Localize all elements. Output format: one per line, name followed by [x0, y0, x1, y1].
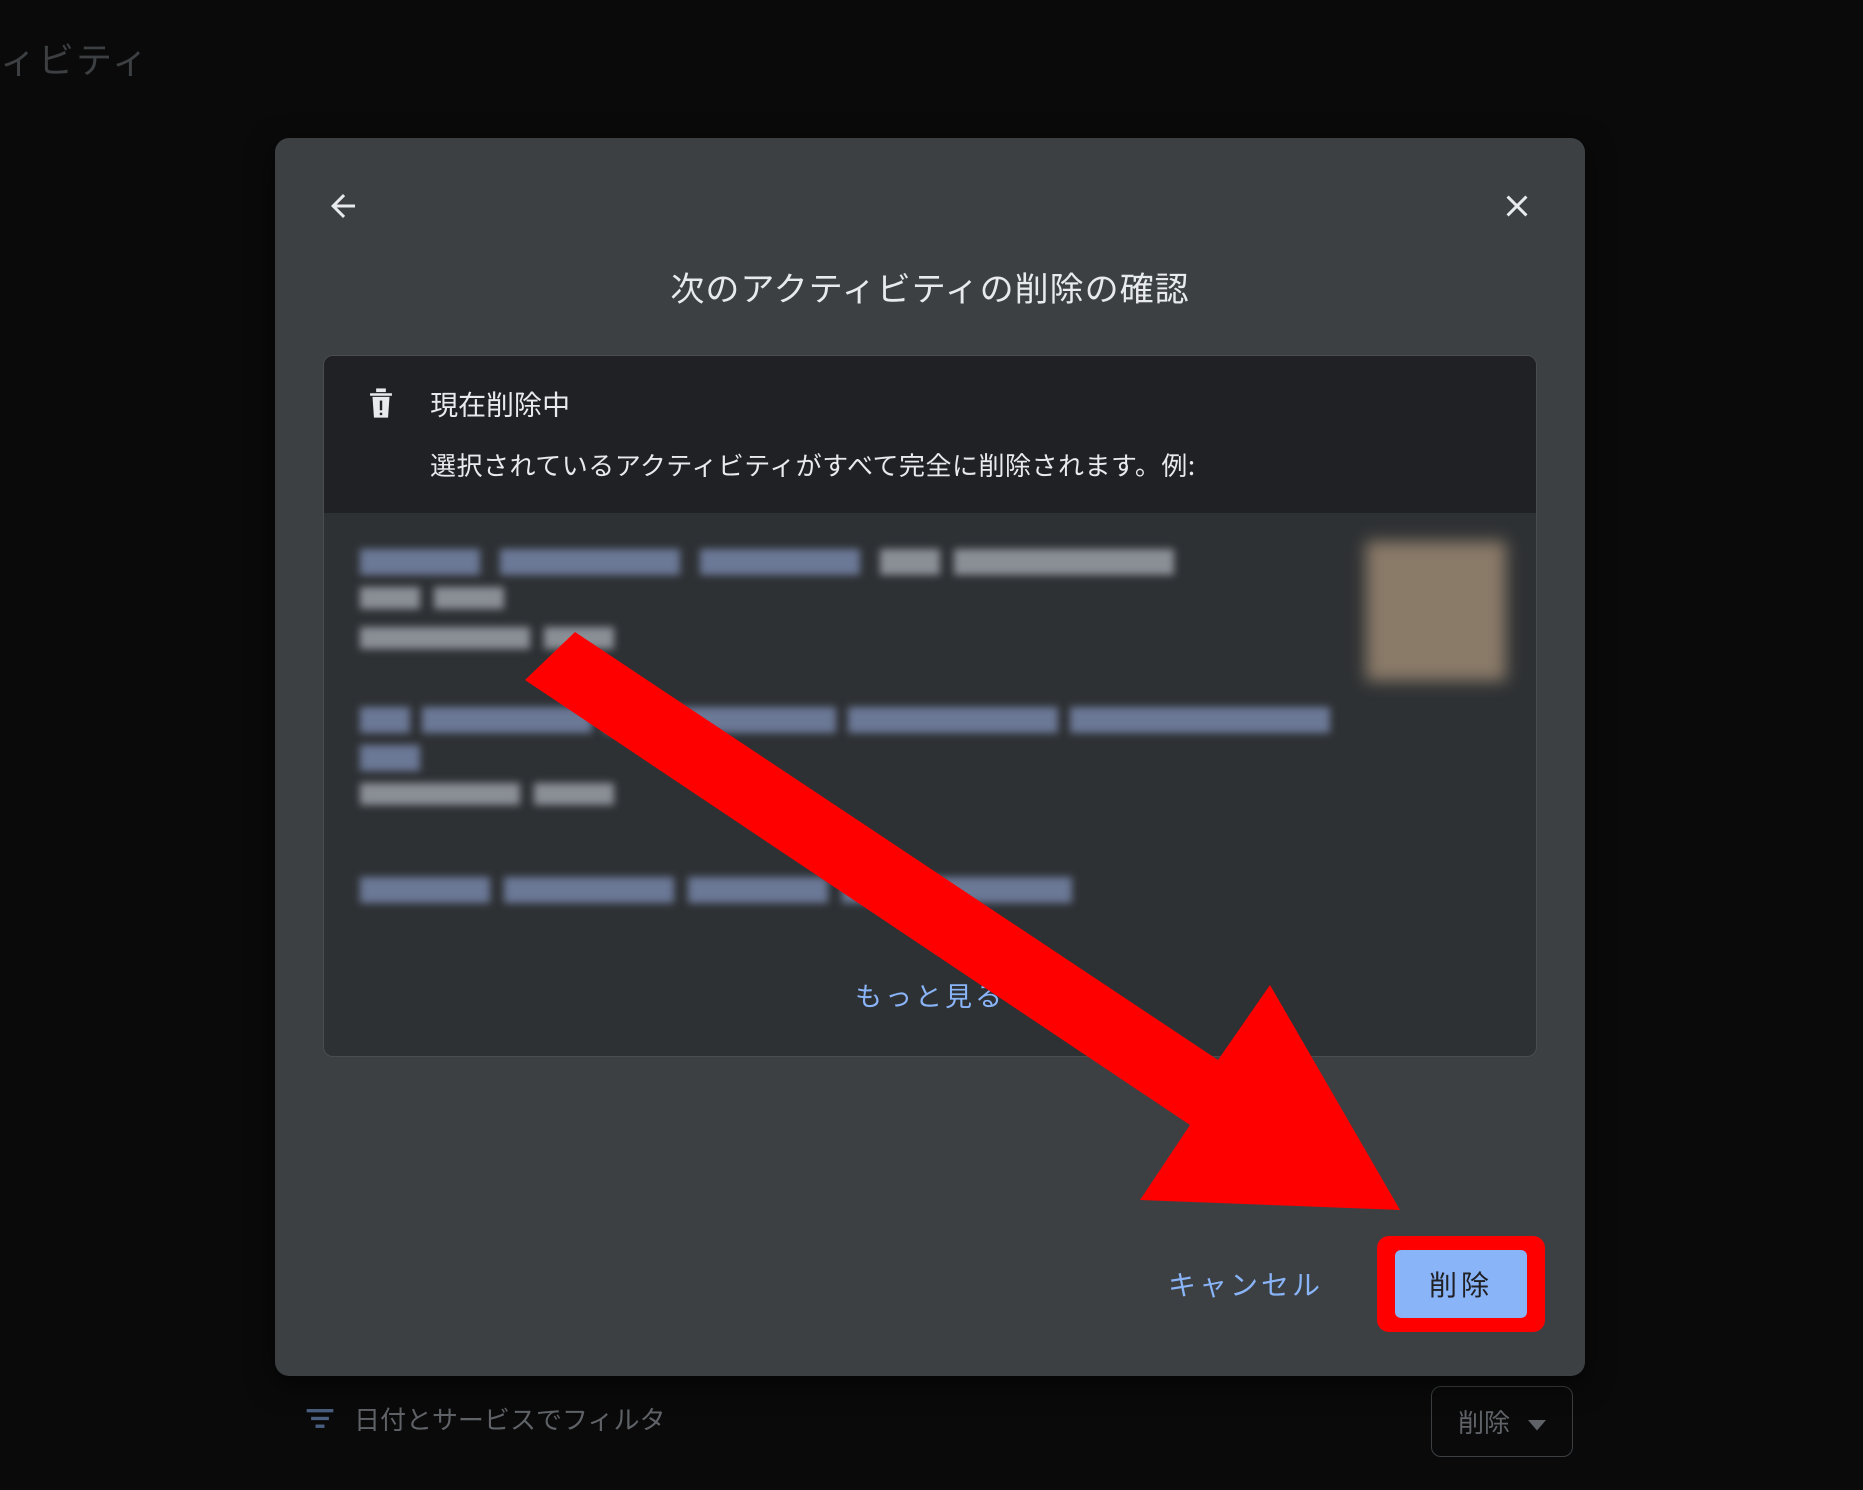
dialog-header — [323, 178, 1537, 238]
delete-dropdown-chip[interactable]: 削除 — [1431, 1386, 1573, 1457]
notice-card: 現在削除中 選択されているアクティビティがすべて完全に削除されます。例: — [323, 355, 1537, 1057]
arrow-left-icon — [325, 188, 361, 229]
back-button[interactable] — [319, 184, 367, 232]
confirm-delete-dialog: 次のアクティビティの削除の確認 現在削除中 選択されているアクティビティがすべて… — [275, 138, 1585, 1376]
filter-bar[interactable]: 日付とサービスでフィルタ — [306, 1400, 665, 1437]
filter-icon — [306, 1400, 334, 1437]
delete-chip-label: 削除 — [1458, 1403, 1510, 1440]
activity-preview-list: もっと見る — [324, 513, 1536, 1056]
notice-text: 現在削除中 選択されているアクティビティがすべて完全に削除されます。例: — [430, 384, 1196, 483]
activity-thumbnail — [1366, 541, 1506, 681]
chevron-down-icon — [1528, 1403, 1546, 1440]
cancel-button[interactable]: キャンセル — [1144, 1246, 1347, 1322]
more-link[interactable]: もっと見る — [855, 975, 1005, 1014]
delete-button[interactable]: 削除 — [1395, 1250, 1527, 1318]
more-link-row: もっと見る — [354, 949, 1506, 1048]
background-heading-fragment: ィビティ — [0, 32, 150, 84]
dialog-title: 次のアクティビティの削除の確認 — [323, 262, 1537, 311]
delete-button-highlight: 削除 — [1377, 1236, 1545, 1332]
filter-label: 日付とサービスでフィルタ — [354, 1400, 665, 1437]
activity-preview-item — [354, 689, 1506, 859]
activity-preview-item — [354, 859, 1506, 949]
dialog-actions: キャンセル 削除 — [1144, 1236, 1545, 1332]
notice-header: 現在削除中 選択されているアクティビティがすべて完全に削除されます。例: — [324, 356, 1536, 513]
close-button[interactable] — [1493, 184, 1541, 232]
notice-description: 選択されているアクティビティがすべて完全に削除されます。例: — [430, 446, 1196, 483]
page-root: ィビティ 日付とサービスでフィルタ 削除 次のアクティビティの削除の確認 — [0, 0, 1863, 1490]
trash-alert-icon — [366, 386, 396, 425]
notice-title: 現在削除中 — [430, 384, 1196, 424]
activity-preview-item — [354, 531, 1506, 689]
close-icon — [1499, 188, 1535, 229]
